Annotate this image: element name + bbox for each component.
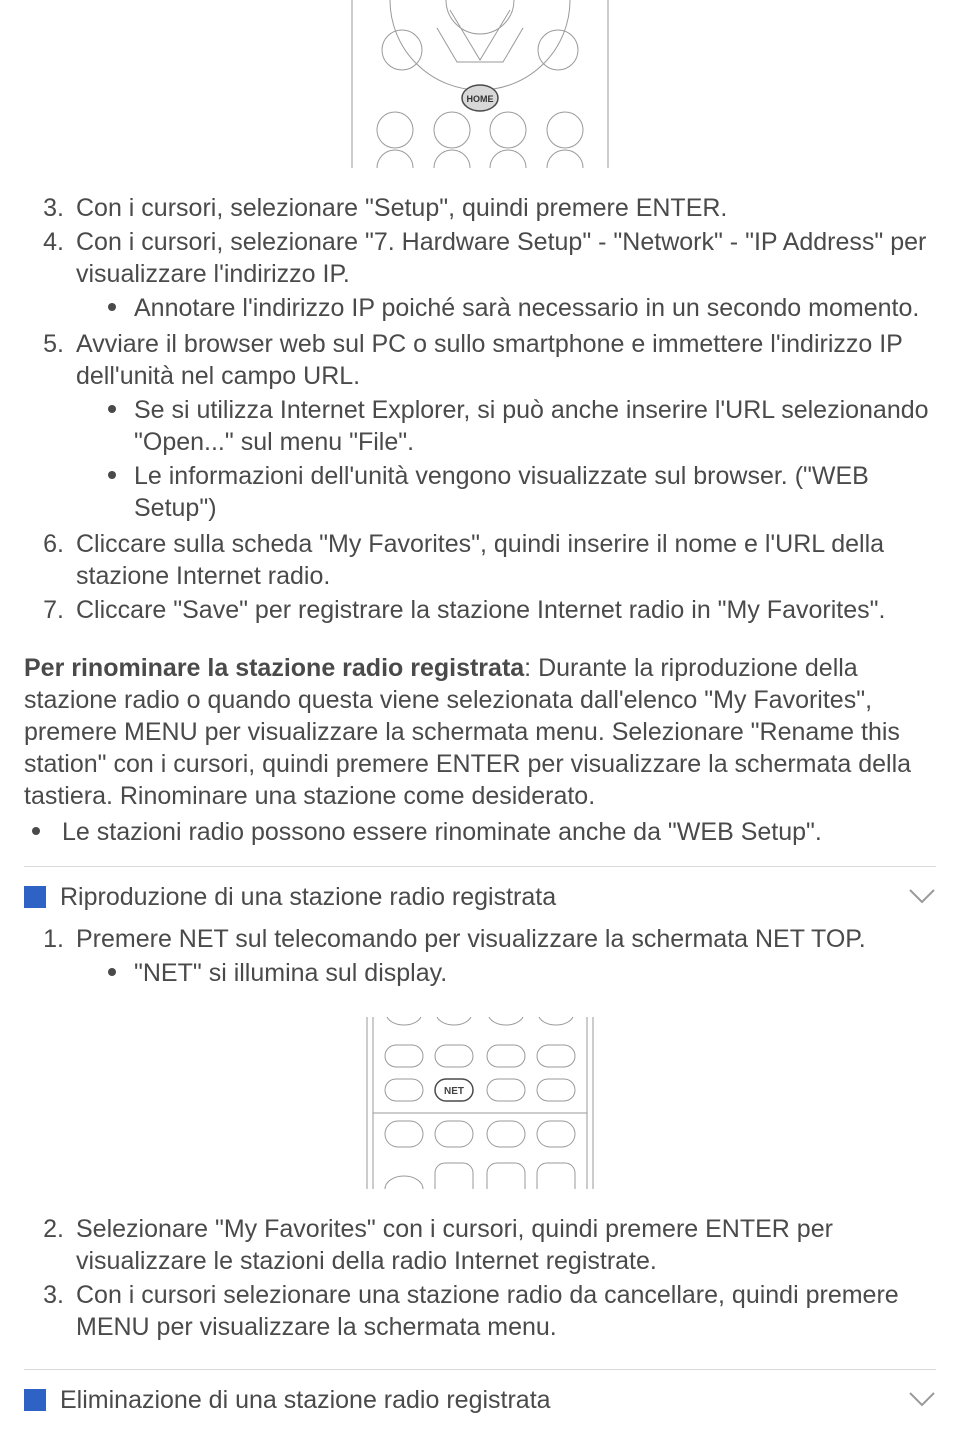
section-title-delete: Eliminazione di una stazione radio regis…	[60, 1384, 551, 1416]
step-body: Selezionare "My Favorites" con i cursori…	[76, 1213, 936, 1277]
step-body: Cliccare sulla scheda "My Favorites", qu…	[76, 528, 936, 592]
blue-square-icon	[24, 886, 46, 908]
remote-home-svg: HOME	[350, 0, 610, 168]
steps-list-play-before: 1.Premere NET sul telecomando per visual…	[24, 923, 936, 991]
step-number: 3.	[24, 1279, 76, 1311]
step-number: 6.	[24, 528, 76, 560]
steps-list-a: 3.Con i cursori, selezionare "Setup", qu…	[24, 192, 936, 626]
step-item: 2.Selezionare "My Favorites" con i curso…	[24, 1213, 936, 1277]
step-sub-item: "NET" si illumina sul display.	[106, 957, 936, 989]
section-header-left: Riproduzione di una stazione radio regis…	[24, 881, 556, 913]
step-body: Premere NET sul telecomando per visualiz…	[76, 923, 936, 991]
step-sublist: Se si utilizza Internet Explorer, si può…	[76, 394, 936, 524]
document-page: HOME 3.Con i cursori, selezionare "Setup…	[0, 0, 960, 1440]
step-item: 3.Con i cursori selezionare una stazione…	[24, 1279, 936, 1343]
step-body: Con i cursori, selezionare "7. Hardware …	[76, 226, 936, 326]
step-item: 1.Premere NET sul telecomando per visual…	[24, 923, 936, 991]
step-number: 7.	[24, 594, 76, 626]
step-number: 1.	[24, 923, 76, 955]
section-title-play: Riproduzione di una stazione radio regis…	[60, 881, 556, 913]
separator-2	[24, 1369, 936, 1370]
step-item: 6.Cliccare sulla scheda "My Favorites", …	[24, 528, 936, 592]
step-text: Selezionare "My Favorites" con i cursori…	[76, 1215, 833, 1275]
chevron-down-icon	[908, 1384, 936, 1416]
step-number: 2.	[24, 1213, 76, 1245]
step-item: 7.Cliccare "Save" per registrare la staz…	[24, 594, 936, 626]
step-text: Cliccare "Save" per registrare la stazio…	[76, 596, 885, 624]
step-text: Con i cursori selezionare una stazione r…	[76, 1281, 899, 1341]
step-sub-item: Annotare l'indirizzo IP poiché sarà nece…	[106, 292, 936, 324]
step-text: Avviare il browser web sul PC o sullo sm…	[76, 330, 902, 390]
step-number: 4.	[24, 226, 76, 258]
step-sub-item: Le informazioni dell'unità vengono visua…	[106, 460, 936, 524]
step-text: Premere NET sul telecomando per visualiz…	[76, 925, 866, 953]
chevron-down-icon	[908, 881, 936, 913]
section-header-delete[interactable]: Eliminazione di una stazione radio regis…	[24, 1384, 936, 1416]
step-body: Con i cursori, selezionare "Setup", quin…	[76, 192, 936, 224]
section-header-play[interactable]: Riproduzione di una stazione radio regis…	[24, 881, 936, 913]
step-text: Con i cursori, selezionare "Setup", quin…	[76, 194, 727, 222]
blue-square-icon	[24, 1389, 46, 1411]
svg-text:HOME: HOME	[467, 94, 494, 104]
rename-bullets: Le stazioni radio possono essere rinomin…	[24, 816, 936, 848]
separator-1	[24, 866, 936, 867]
step-sub-item: Se si utilizza Internet Explorer, si può…	[106, 394, 936, 458]
remote-net-svg: NET	[365, 1017, 595, 1189]
svg-text:NET: NET	[444, 1086, 464, 1097]
step-text: Cliccare sulla scheda "My Favorites", qu…	[76, 530, 884, 590]
step-body: Avviare il browser web sul PC o sullo sm…	[76, 328, 936, 526]
rename-paragraph: Per rinominare la stazione radio registr…	[24, 652, 936, 812]
step-item: 5.Avviare il browser web sul PC o sullo …	[24, 328, 936, 526]
steps-list-play-after: 2.Selezionare "My Favorites" con i curso…	[24, 1213, 936, 1343]
section-header-left-2: Eliminazione di una stazione radio regis…	[24, 1384, 551, 1416]
step-number: 3.	[24, 192, 76, 224]
rename-bullet-item: Le stazioni radio possono essere rinomin…	[24, 816, 936, 848]
remote-figure-home: HOME	[24, 0, 936, 176]
step-sublist: "NET" si illumina sul display.	[76, 957, 936, 989]
rename-bold: Per rinominare la stazione radio registr…	[24, 654, 524, 682]
remote-figure-net: NET	[24, 1017, 936, 1197]
step-number: 5.	[24, 328, 76, 360]
step-item: 4.Con i cursori, selezionare "7. Hardwar…	[24, 226, 936, 326]
step-sublist: Annotare l'indirizzo IP poiché sarà nece…	[76, 292, 936, 324]
step-body: Cliccare "Save" per registrare la stazio…	[76, 594, 936, 626]
step-item: 3.Con i cursori, selezionare "Setup", qu…	[24, 192, 936, 224]
step-body: Con i cursori selezionare una stazione r…	[76, 1279, 936, 1343]
step-text: Con i cursori, selezionare "7. Hardware …	[76, 228, 926, 288]
